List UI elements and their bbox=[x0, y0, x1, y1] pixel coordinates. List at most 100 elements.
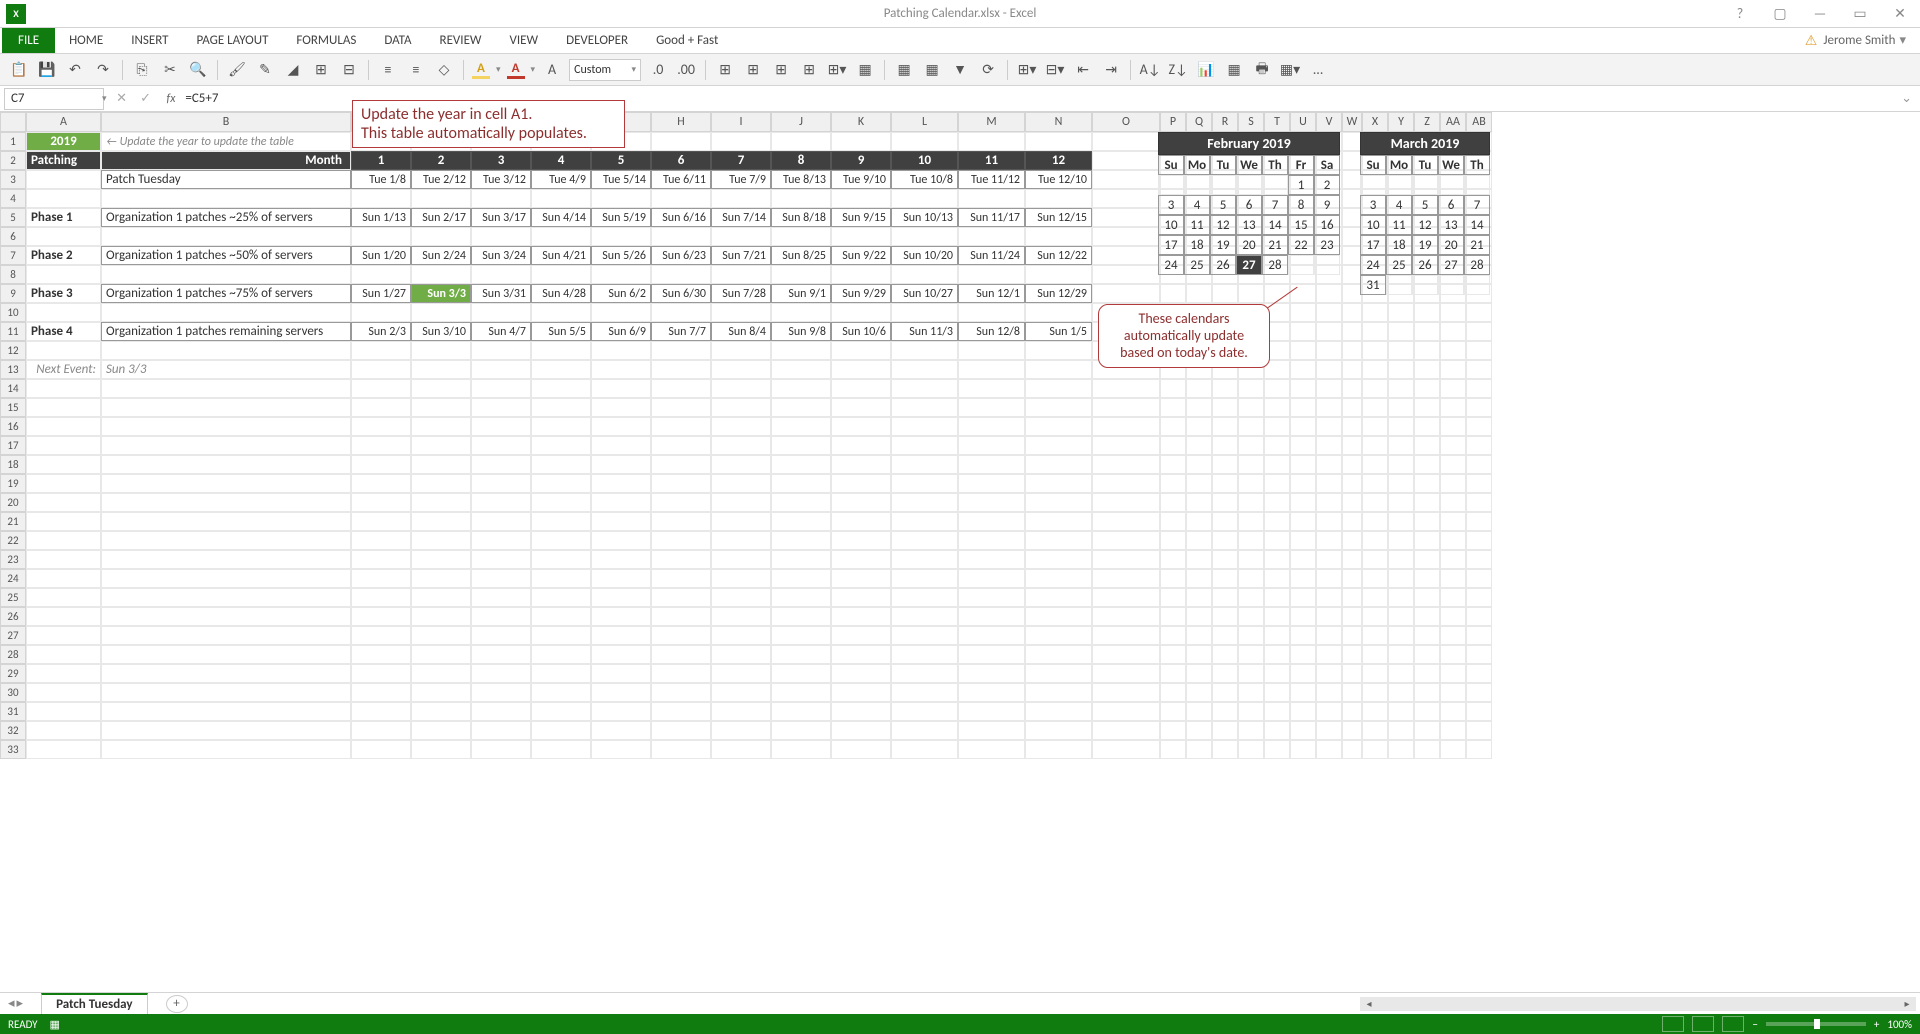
cell[interactable] bbox=[831, 303, 891, 322]
cell[interactable] bbox=[1092, 721, 1160, 740]
cell[interactable] bbox=[958, 227, 1025, 246]
cell[interactable] bbox=[1342, 474, 1362, 493]
cell-date[interactable]: Sun 3/31 bbox=[471, 284, 531, 303]
cell[interactable] bbox=[1264, 474, 1290, 493]
cell[interactable] bbox=[411, 493, 471, 512]
cell-date[interactable]: Sun 7/21 bbox=[711, 246, 771, 265]
row-header-12[interactable]: 12 bbox=[0, 341, 26, 360]
pivot-icon[interactable]: ▦ bbox=[893, 59, 915, 81]
cell[interactable] bbox=[1092, 702, 1160, 721]
minimize-icon[interactable]: — bbox=[1800, 5, 1840, 22]
cell[interactable] bbox=[771, 341, 831, 360]
cell[interactable] bbox=[891, 436, 958, 455]
cell[interactable] bbox=[1264, 626, 1290, 645]
border2-icon[interactable]: ⊞ bbox=[742, 59, 764, 81]
cell[interactable] bbox=[831, 341, 891, 360]
cell[interactable] bbox=[1388, 398, 1414, 417]
cell[interactable] bbox=[1025, 303, 1092, 322]
cell[interactable] bbox=[771, 683, 831, 702]
cell[interactable] bbox=[771, 702, 831, 721]
cell[interactable] bbox=[1025, 740, 1092, 759]
cell[interactable] bbox=[531, 607, 591, 626]
cell[interactable] bbox=[531, 379, 591, 398]
cell[interactable] bbox=[1160, 626, 1186, 645]
cell[interactable] bbox=[1025, 569, 1092, 588]
cell[interactable] bbox=[1092, 398, 1160, 417]
cell[interactable] bbox=[891, 455, 958, 474]
cell[interactable] bbox=[411, 227, 471, 246]
cell-date[interactable]: Sun 8/25 bbox=[771, 246, 831, 265]
cell[interactable] bbox=[1186, 721, 1212, 740]
cell[interactable] bbox=[1440, 607, 1466, 626]
name-box[interactable]: C7 bbox=[4, 88, 104, 110]
cell-date[interactable]: Sun 9/15 bbox=[831, 208, 891, 227]
row-header-14[interactable]: 14 bbox=[0, 379, 26, 398]
cell[interactable] bbox=[1025, 607, 1092, 626]
cell[interactable] bbox=[351, 189, 411, 208]
help-icon[interactable]: ? bbox=[1720, 5, 1760, 22]
cell[interactable] bbox=[651, 607, 711, 626]
cell[interactable] bbox=[411, 531, 471, 550]
cell[interactable] bbox=[1342, 360, 1362, 379]
cell[interactable] bbox=[1264, 607, 1290, 626]
cell[interactable] bbox=[1025, 531, 1092, 550]
cell[interactable] bbox=[411, 303, 471, 322]
cell[interactable] bbox=[1362, 664, 1388, 683]
cell[interactable] bbox=[1342, 246, 1362, 265]
col-header-B[interactable]: B bbox=[101, 112, 351, 132]
cell[interactable] bbox=[651, 474, 711, 493]
sheet-tab-active[interactable]: Patch Tuesday bbox=[41, 993, 147, 1014]
cell[interactable] bbox=[1388, 721, 1414, 740]
cell[interactable] bbox=[1092, 550, 1160, 569]
cell[interactable] bbox=[771, 303, 831, 322]
eraser-icon[interactable]: ◢ bbox=[282, 59, 304, 81]
cell[interactable] bbox=[1440, 455, 1466, 474]
cell-date[interactable]: Sun 12/29 bbox=[1025, 284, 1092, 303]
cell[interactable] bbox=[411, 664, 471, 683]
cell[interactable] bbox=[1362, 531, 1388, 550]
cell[interactable] bbox=[711, 379, 771, 398]
cell-phase-desc[interactable]: Patch Tuesday bbox=[101, 170, 351, 189]
row-header-3[interactable]: 3 bbox=[0, 170, 26, 189]
cell[interactable] bbox=[1414, 569, 1440, 588]
cell[interactable] bbox=[471, 493, 531, 512]
cell[interactable] bbox=[471, 189, 531, 208]
cell[interactable] bbox=[1342, 550, 1362, 569]
zoom-level[interactable]: 100% bbox=[1887, 1018, 1912, 1031]
cell[interactable] bbox=[711, 341, 771, 360]
cell[interactable] bbox=[1025, 588, 1092, 607]
paste-icon[interactable]: 📋 bbox=[8, 59, 30, 81]
col-header-M[interactable]: M bbox=[958, 112, 1025, 132]
cell[interactable] bbox=[591, 569, 651, 588]
cell[interactable] bbox=[1238, 645, 1264, 664]
cell[interactable] bbox=[1362, 493, 1388, 512]
cell[interactable] bbox=[1414, 398, 1440, 417]
cell[interactable] bbox=[1025, 436, 1092, 455]
cell[interactable] bbox=[1290, 664, 1316, 683]
shapes-icon[interactable]: ◇ bbox=[433, 59, 455, 81]
cell[interactable] bbox=[1466, 322, 1492, 341]
cell[interactable] bbox=[471, 436, 531, 455]
cell[interactable] bbox=[1160, 702, 1186, 721]
cell[interactable] bbox=[1186, 683, 1212, 702]
cell[interactable] bbox=[591, 436, 651, 455]
cell[interactable] bbox=[1388, 341, 1414, 360]
cell[interactable] bbox=[1025, 417, 1092, 436]
cell[interactable] bbox=[471, 303, 531, 322]
cell[interactable] bbox=[1238, 702, 1264, 721]
cell[interactable] bbox=[958, 493, 1025, 512]
cell-phase-label[interactable]: Phase 2 bbox=[26, 246, 101, 265]
cell[interactable] bbox=[891, 379, 958, 398]
cancel-formula-icon[interactable]: ✕ bbox=[113, 91, 131, 106]
row-header-6[interactable]: 6 bbox=[0, 227, 26, 246]
cell[interactable] bbox=[1440, 531, 1466, 550]
cell[interactable] bbox=[1440, 569, 1466, 588]
cell[interactable] bbox=[1388, 303, 1414, 322]
cell[interactable] bbox=[1316, 683, 1342, 702]
cell[interactable] bbox=[1238, 493, 1264, 512]
cell[interactable] bbox=[711, 645, 771, 664]
cell[interactable] bbox=[1362, 721, 1388, 740]
cell[interactable] bbox=[26, 455, 101, 474]
cell[interactable] bbox=[1092, 493, 1160, 512]
cell[interactable] bbox=[1160, 379, 1186, 398]
